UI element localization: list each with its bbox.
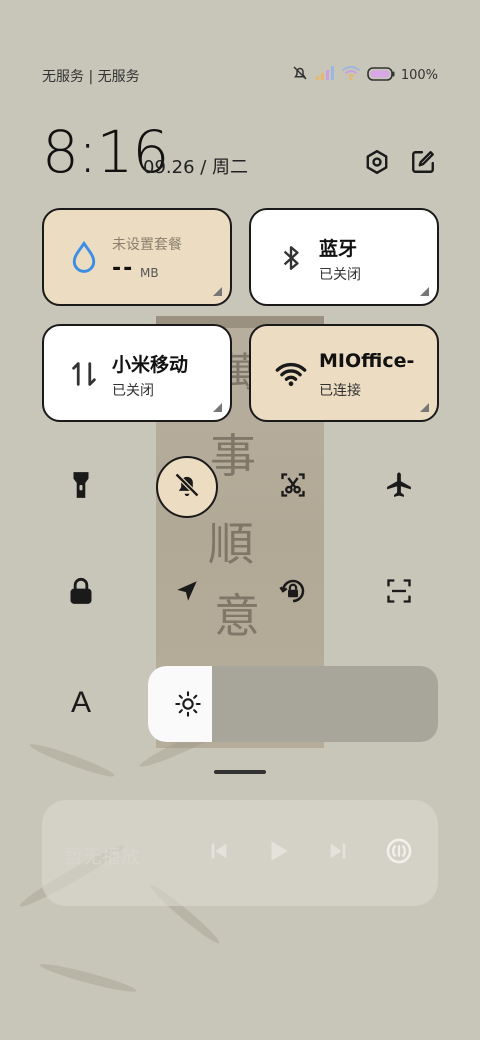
wifi-icon	[273, 356, 309, 392]
settings-button[interactable]	[361, 148, 393, 180]
bluetooth-icon	[273, 240, 309, 276]
battery-icon	[367, 66, 395, 85]
sun-icon	[174, 690, 202, 718]
airplane-toggle[interactable]	[368, 456, 430, 518]
bell-muted-icon	[291, 64, 309, 86]
airplane-icon	[384, 470, 414, 504]
updown-arrows-icon	[66, 356, 102, 392]
wifi-status: 已连接	[319, 383, 361, 399]
data-usage-value: --	[112, 256, 135, 281]
wifi-tile[interactable]: MIOffice- 已连接	[249, 324, 439, 422]
data-usage-unit: MB	[140, 266, 159, 280]
play-icon	[265, 838, 291, 868]
font-a-icon: A	[70, 686, 91, 719]
status-bar: 无服务 | 无服务 100%	[0, 62, 480, 90]
lock-screen-toggle[interactable]	[50, 562, 112, 624]
expand-corner-icon	[420, 287, 429, 296]
lock-icon	[68, 577, 94, 609]
media-player-card[interactable]: 暂无播放	[42, 800, 438, 906]
mobile-network-status: 已关闭	[112, 383, 154, 399]
data-usage-tile[interactable]: 未设置套餐 -- MB	[42, 208, 232, 306]
bluetooth-status: 已关闭	[319, 267, 361, 283]
wallpaper-calligraphy: 順	[208, 517, 254, 571]
rotation-lock-toggle[interactable]	[262, 562, 324, 624]
battery-percent: 100%	[400, 67, 438, 83]
flashlight-toggle[interactable]	[50, 456, 112, 518]
edit-button[interactable]	[407, 148, 439, 180]
expand-corner-icon	[213, 403, 222, 412]
screenshot-toggle[interactable]	[262, 456, 324, 518]
wifi-icon	[341, 65, 361, 85]
brightness-slider[interactable]	[148, 666, 438, 742]
date-text[interactable]: 09.26 / 周二	[143, 153, 248, 179]
data-plan-title: 未设置套餐	[112, 237, 182, 253]
edit-icon	[410, 149, 436, 179]
rotation-lock-icon	[278, 576, 308, 610]
next-icon	[327, 840, 349, 866]
scanner-toggle[interactable]	[368, 562, 430, 624]
previous-button[interactable]	[202, 836, 236, 870]
bluetooth-tile[interactable]: 蓝牙 已关闭	[249, 208, 439, 306]
flashlight-icon	[69, 470, 93, 504]
wallpaper-leaf	[28, 740, 117, 781]
status-icons: 100%	[291, 64, 438, 86]
bell-off-icon	[173, 471, 201, 503]
next-button[interactable]	[321, 836, 355, 870]
location-arrow-icon	[174, 578, 200, 608]
hexagon-settings-icon	[364, 149, 390, 179]
signal-icon	[315, 65, 335, 85]
media-status-text: 暂无播放	[64, 846, 141, 868]
scissors-icon	[279, 471, 307, 503]
wallpaper-leaf	[38, 960, 138, 996]
wallpaper-calligraphy: 意	[214, 589, 260, 643]
cast-button[interactable]	[382, 836, 416, 870]
bluetooth-title: 蓝牙	[319, 238, 358, 260]
mute-toggle[interactable]	[156, 456, 218, 518]
mobile-network-title: 小米移动	[112, 354, 189, 376]
mobile-network-tile[interactable]: 小米移动 已关闭	[42, 324, 232, 422]
cast-icon	[385, 837, 413, 869]
panel-drag-handle[interactable]	[214, 770, 266, 774]
play-button[interactable]	[261, 836, 295, 870]
previous-icon	[208, 840, 230, 866]
water-drop-icon	[66, 240, 102, 276]
location-toggle[interactable]	[156, 562, 218, 624]
font-size-toggle[interactable]: A	[50, 672, 112, 734]
scan-icon	[385, 577, 413, 609]
wifi-network-name: MIOffice-	[319, 350, 415, 372]
carrier-text: 无服务 | 无服务	[42, 69, 140, 85]
expand-corner-icon	[420, 403, 429, 412]
wallpaper-calligraphy: 事	[210, 429, 256, 483]
expand-corner-icon	[213, 287, 222, 296]
